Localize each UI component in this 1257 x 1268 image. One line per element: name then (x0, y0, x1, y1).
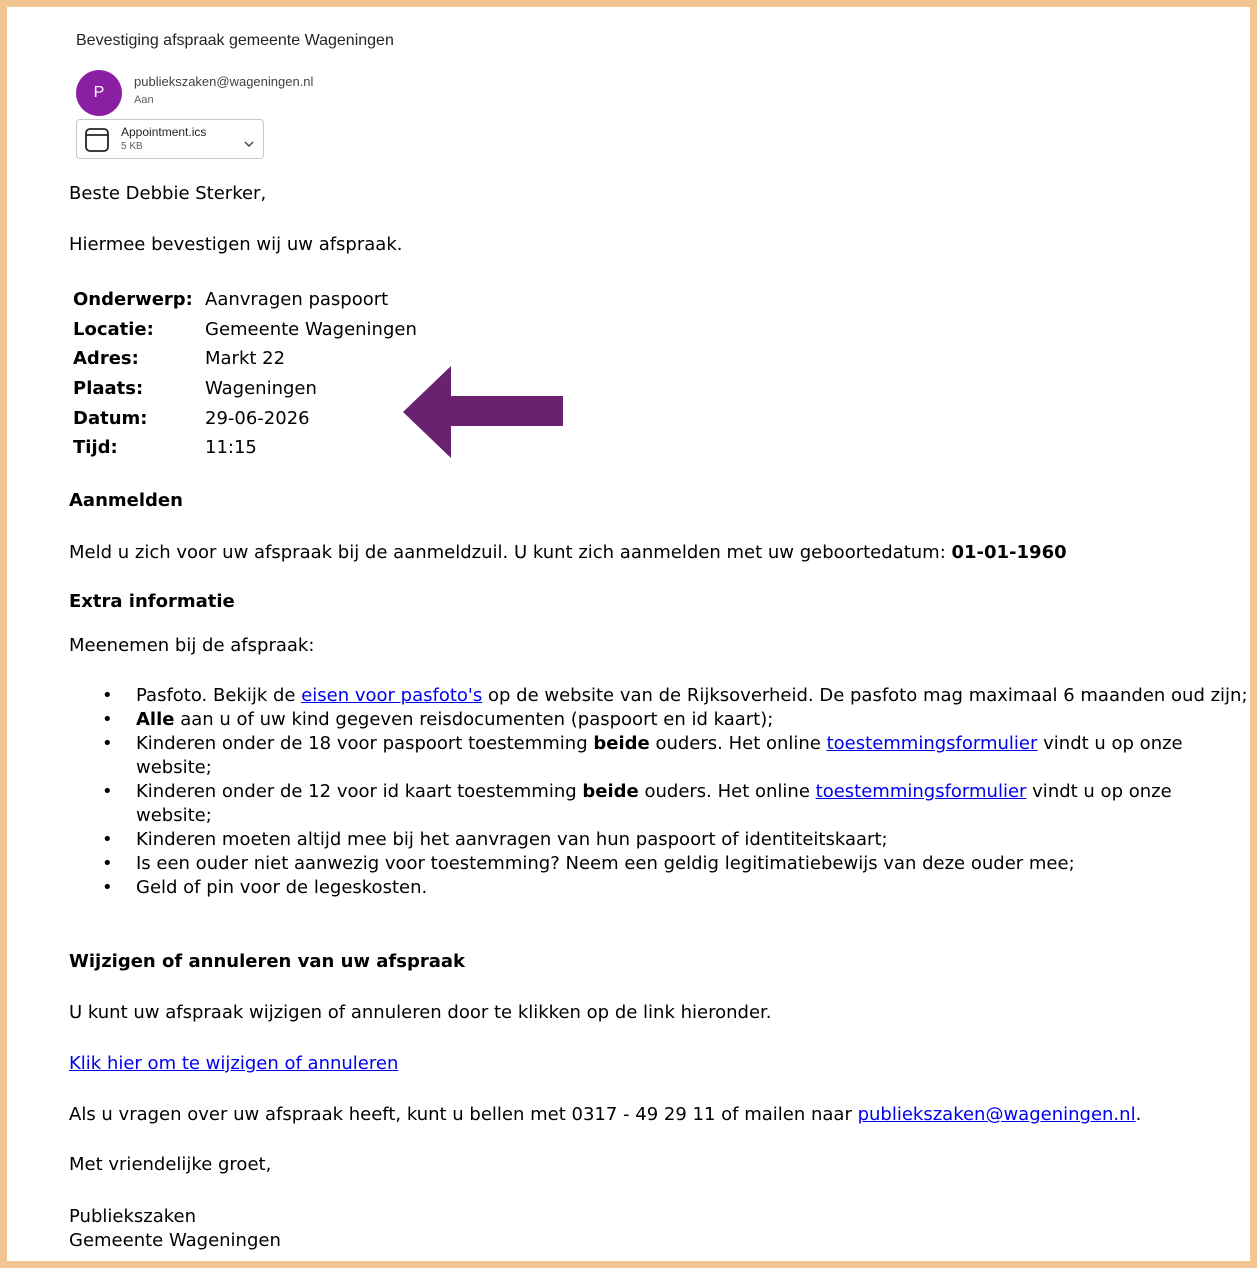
detail-value: 11:15 (205, 437, 257, 459)
email-frame: Bevestiging afspraak gemeente Wageningen… (0, 0, 1257, 1268)
detail-label: Plaats: (73, 378, 144, 400)
detail-label: Datum: (73, 407, 148, 429)
detail-value: 29-06-2026 (205, 407, 310, 429)
sender-address[interactable]: publiekszaken@wageningen.nl (134, 74, 313, 89)
detail-row: Locatie: Gemeente Wageningen (69, 315, 421, 345)
detail-value: Markt 22 (205, 348, 286, 370)
change-text: U kunt uw afspraak wijzigen of annuleren… (69, 1002, 772, 1023)
change-heading: Wijzigen of annuleren van uw afspraak (69, 951, 465, 972)
attachment-size: 5 KB (121, 141, 143, 152)
aanmelden-text: Meld u zich voor uw afspraak bij de aanm… (69, 541, 1067, 565)
arrow-left-icon (403, 366, 565, 462)
list-item: Pasfoto. Bekijk de eisen voor pasfoto's … (69, 684, 1249, 708)
passport-photo-link[interactable]: eisen voor pasfoto's (301, 685, 482, 706)
detail-row: Onderwerp: Aanvragen paspoort (69, 285, 421, 315)
detail-row: Plaats: Wageningen (69, 374, 421, 404)
list-item: Kinderen onder de 12 voor id kaart toest… (69, 780, 1249, 828)
greeting: Beste Debbie Sterker, (69, 183, 267, 204)
signature-organization: Gemeente Wageningen (69, 1230, 281, 1251)
list-text: Kinderen onder de 18 voor paspoort toest… (136, 733, 594, 754)
calendar-file-icon (84, 127, 110, 157)
list-text: Pasfoto. Bekijk de (136, 685, 302, 706)
list-bold: beide (582, 781, 639, 802)
detail-value: Wageningen (205, 378, 317, 400)
birth-date: 01-01-1960 (951, 542, 1067, 563)
change-link-line: Klik hier om te wijzigen of annuleren (69, 1052, 398, 1076)
email-subject: Bevestiging afspraak gemeente Wageningen (76, 32, 394, 49)
detail-label: Onderwerp: (73, 289, 193, 311)
list-text: aan u of uw kind gegeven reisdocumenten … (174, 709, 774, 730)
list-item: Is een ouder niet aanwezig voor toestemm… (69, 852, 1249, 876)
detail-row: Adres: Markt 22 (69, 344, 421, 374)
aanmelden-sentence: Meld u zich voor uw afspraak bij de aanm… (69, 542, 952, 563)
recipient-label: Aan (134, 94, 154, 106)
detail-value: Gemeente Wageningen (205, 318, 417, 340)
extra-info-intro: Meenemen bij de afspraak: (69, 635, 315, 656)
detail-row: Datum: 29-06-2026 (69, 403, 421, 433)
intro-text: Hiermee bevestigen wij uw afspraak. (69, 234, 403, 255)
closing: Met vriendelijke groet, (69, 1154, 272, 1175)
aanmelden-heading: Aanmelden (69, 490, 183, 511)
list-bold: beide (593, 733, 650, 754)
list-text: Kinderen onder de 12 voor id kaart toest… (136, 781, 583, 802)
attachment-name: Appointment.ics (121, 125, 207, 139)
signature-department: Publiekszaken (69, 1206, 196, 1227)
contact-text: Als u vragen over uw afspraak heeft, kun… (69, 1103, 1141, 1127)
list-item: Kinderen moeten altijd mee bij het aanvr… (69, 828, 1249, 852)
contact-email-link[interactable]: publiekszaken@wageningen.nl (858, 1104, 1136, 1125)
consent-form-link[interactable]: toestemmingsformulier (827, 733, 1038, 754)
appointment-details: Onderwerp: Aanvragen paspoort Locatie: G… (69, 285, 421, 463)
change-appointment-link[interactable]: Klik hier om te wijzigen of annuleren (69, 1053, 398, 1074)
list-item: Kinderen onder de 18 voor paspoort toest… (69, 732, 1249, 780)
detail-value: Aanvragen paspoort (205, 289, 389, 311)
list-text: op de website van de Rijksoverheid. De p… (482, 685, 1248, 706)
contact-sentence: Als u vragen over uw afspraak heeft, kun… (69, 1104, 858, 1125)
list-item: Geld of pin voor de legeskosten. (69, 876, 1249, 900)
detail-label: Adres: (73, 348, 139, 370)
detail-row: Tijd: 11:15 (69, 433, 421, 463)
list-item: Alle aan u of uw kind gegeven reisdocume… (69, 708, 1249, 732)
detail-label: Tijd: (73, 437, 118, 459)
avatar-letter: P (93, 84, 105, 101)
detail-label: Locatie: (73, 318, 154, 340)
list-bold: Alle (136, 709, 175, 730)
extra-info-heading: Extra informatie (69, 591, 235, 612)
list-text: ouders. Het online (649, 733, 827, 754)
contact-end: . (1135, 1104, 1142, 1125)
chevron-down-icon[interactable] (243, 134, 255, 153)
sender-avatar[interactable]: P (76, 70, 122, 116)
list-text: ouders. Het online (638, 781, 816, 802)
consent-form-link[interactable]: toestemmingsformulier (816, 781, 1027, 802)
bring-list: Pasfoto. Bekijk de eisen voor pasfoto's … (69, 684, 1249, 900)
attachment-card[interactable]: Appointment.ics 5 KB (76, 119, 264, 159)
